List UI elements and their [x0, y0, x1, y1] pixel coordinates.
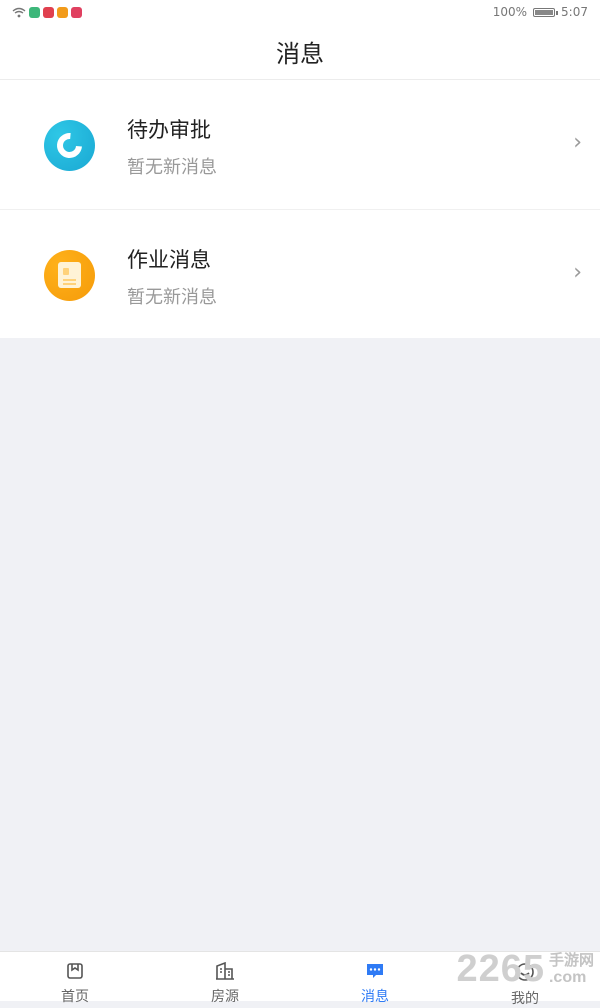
- app-notification-icon: [57, 6, 68, 18]
- app-notification-icon: [29, 6, 40, 18]
- message-item-approval[interactable]: 待办审批 暂无新消息 ›: [0, 80, 600, 209]
- status-icons: [12, 6, 82, 18]
- app-notification-icon: [71, 6, 82, 18]
- approval-icon: [44, 120, 95, 171]
- tab-messages[interactable]: 消息: [300, 952, 450, 1005]
- status-bar: 100% 5:07: [0, 0, 600, 24]
- tab-label: 消息: [361, 989, 389, 1005]
- message-icon: [364, 962, 386, 980]
- tab-label: 房源: [211, 989, 239, 1005]
- message-subtitle: 暂无新消息: [127, 287, 217, 308]
- app-notification-icon: [43, 6, 54, 18]
- clock: 5:07: [561, 5, 588, 19]
- site-watermark: 2265 手游网 .com: [456, 948, 594, 990]
- message-title: 待办审批: [127, 118, 211, 142]
- tab-label: 我的: [511, 991, 539, 1007]
- wifi-icon: [12, 7, 26, 17]
- watermark-number: 2265: [456, 948, 545, 990]
- battery-percent: 100%: [492, 5, 528, 19]
- watermark-text: 手游网: [548, 952, 594, 969]
- message-item-homework[interactable]: 作业消息 暂无新消息 ›: [0, 209, 600, 338]
- tab-home[interactable]: 首页: [0, 952, 150, 1005]
- building-icon: [214, 962, 236, 980]
- page-title: 消息: [276, 40, 324, 68]
- home-icon: [64, 962, 86, 980]
- battery-icon: [533, 7, 559, 17]
- chevron-right-icon: ›: [573, 260, 582, 285]
- homework-icon: [44, 250, 95, 301]
- watermark-domain: .com: [548, 969, 587, 986]
- message-list: 待办审批 暂无新消息 › 作业消息 暂无新消息 ›: [0, 80, 600, 338]
- message-subtitle: 暂无新消息: [127, 157, 217, 178]
- chevron-right-icon: ›: [573, 130, 582, 155]
- page-header: 消息: [0, 24, 600, 80]
- tab-label: 首页: [61, 989, 89, 1005]
- message-title: 作业消息: [127, 248, 211, 272]
- tab-listings[interactable]: 房源: [150, 952, 300, 1005]
